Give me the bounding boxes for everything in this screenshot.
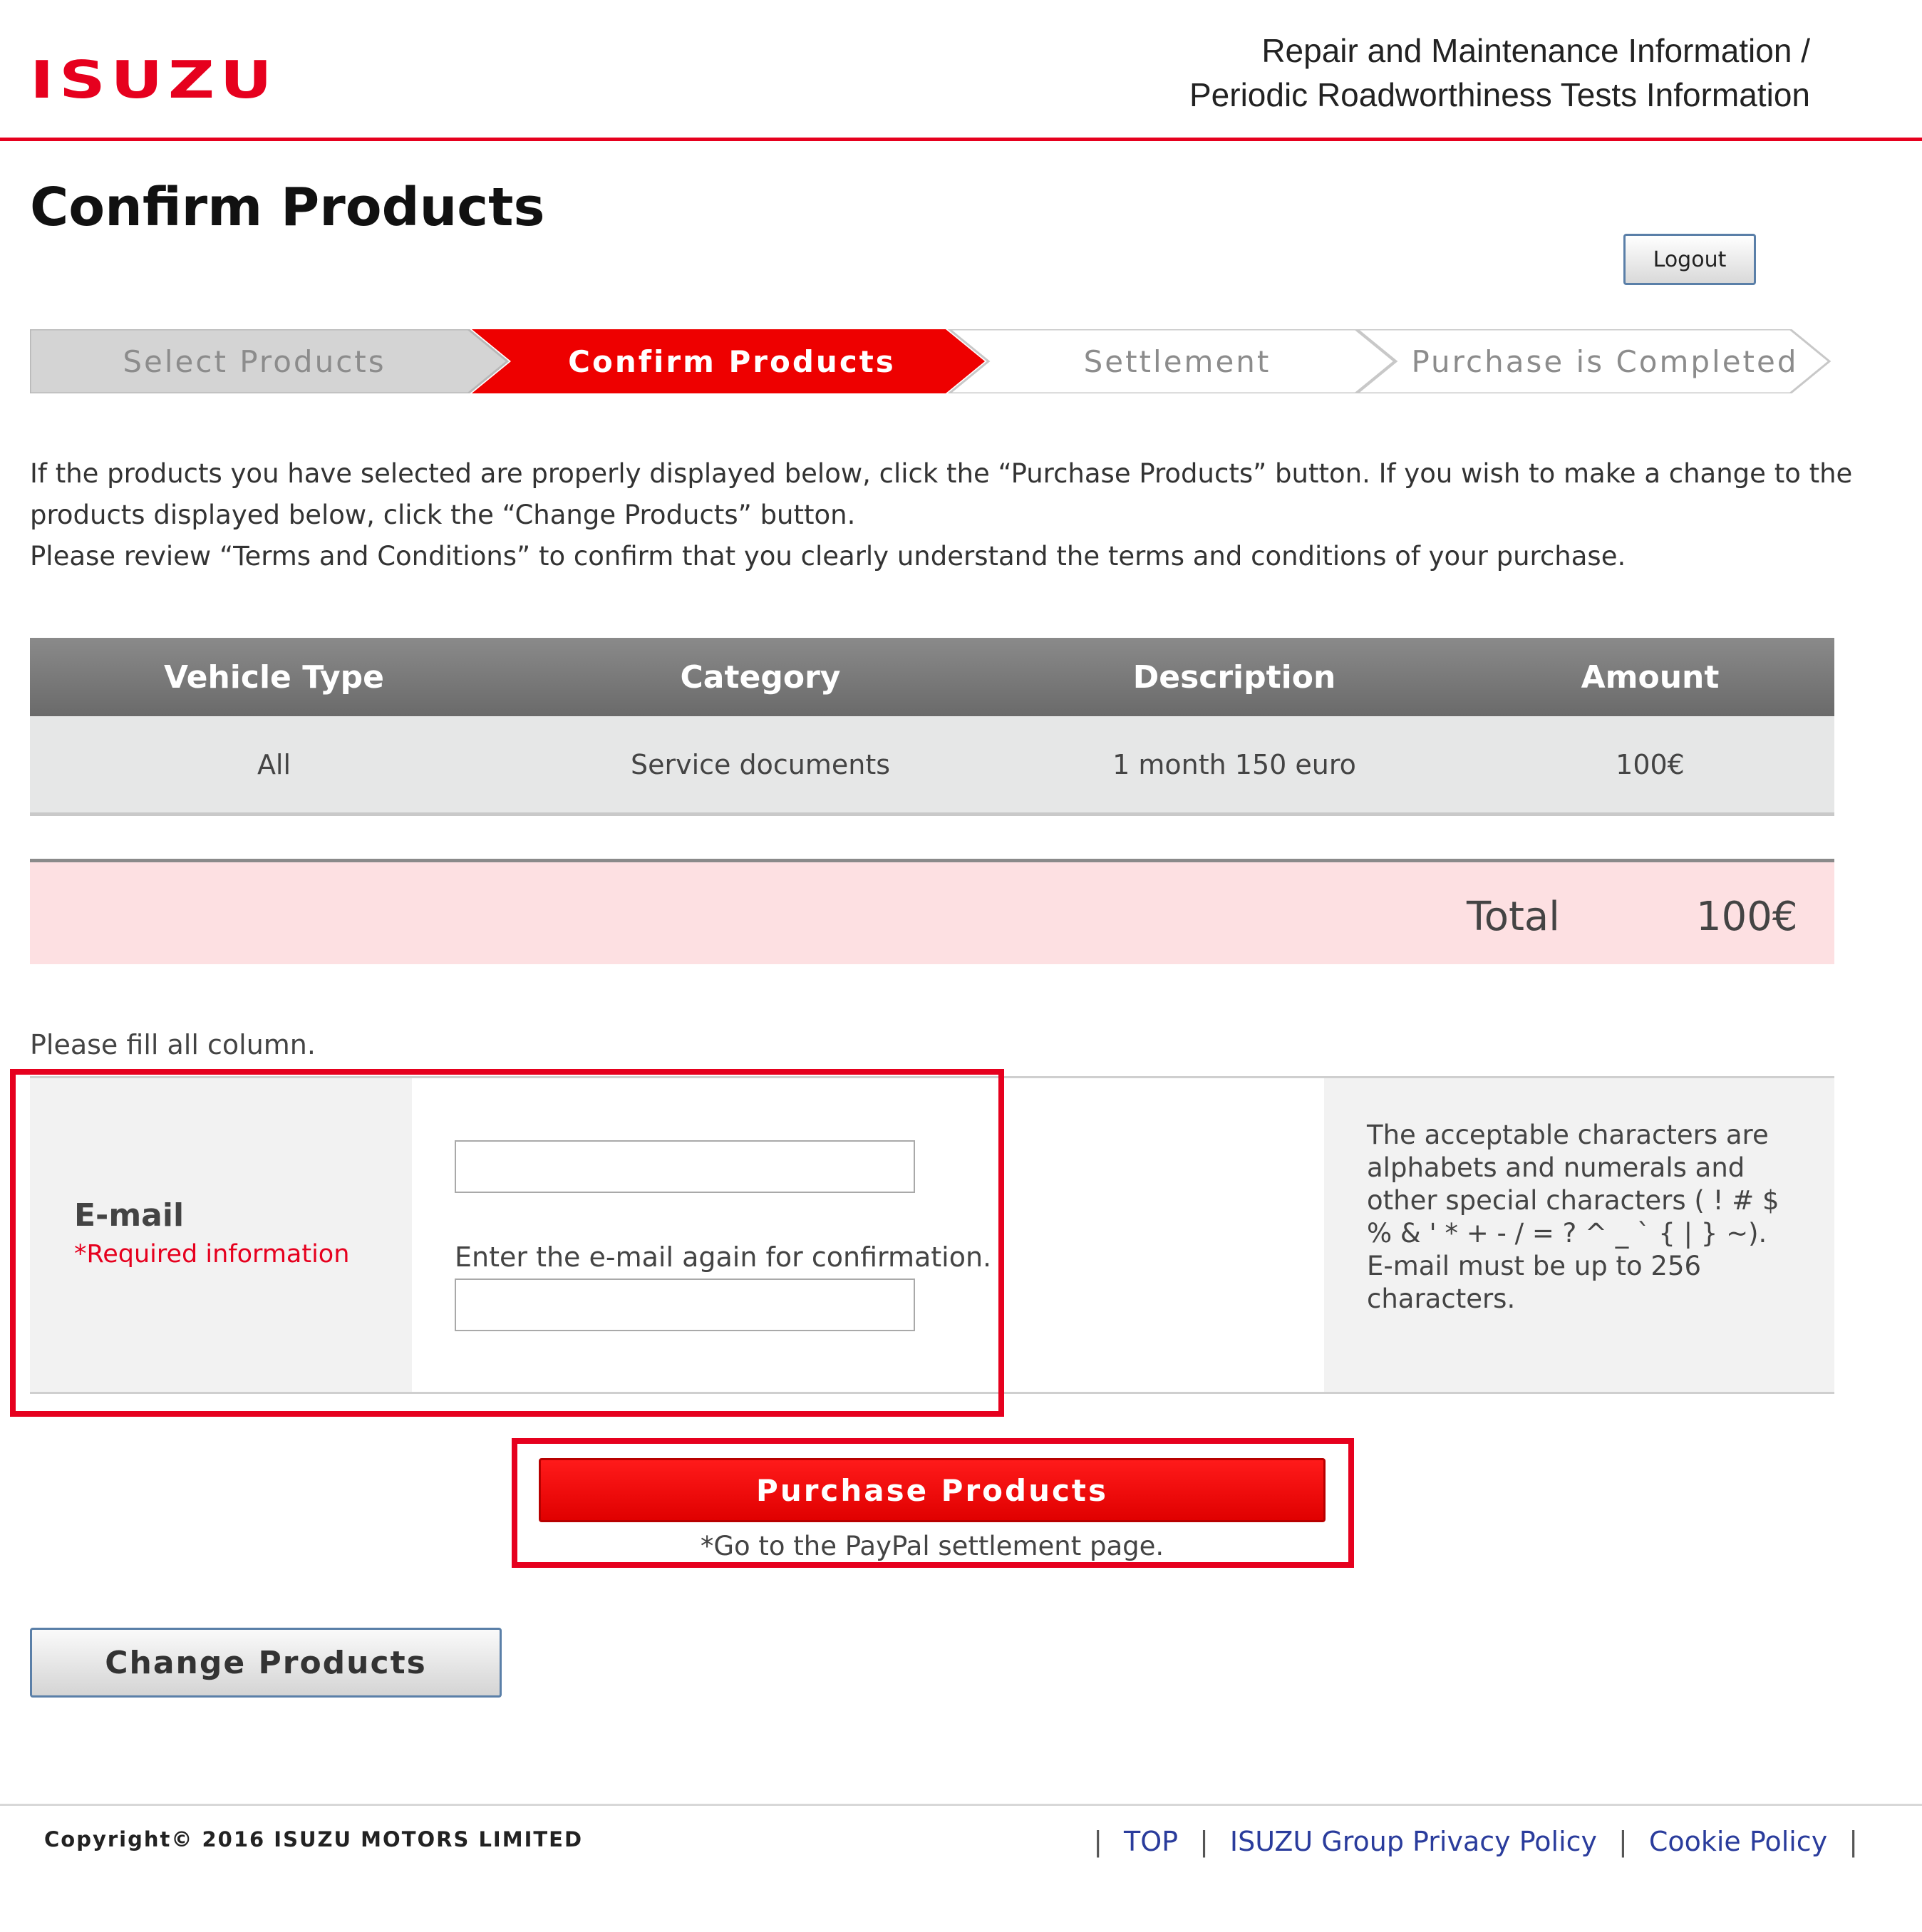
email-help-text: The acceptable characters are alphabets …	[1367, 1119, 1809, 1316]
cell-description: 1 month 150 euro	[1112, 748, 1356, 780]
step-select-products: Select Products	[123, 343, 386, 379]
intro-paragraph-2: Please review “Terms and Conditions” to …	[30, 541, 1626, 572]
email-help-characters: The acceptable characters are alphabets …	[1367, 1120, 1779, 1249]
products-table-header: Vehicle Type Category Description Amount	[30, 638, 1834, 716]
form-note: Please fill all column.	[30, 1029, 316, 1060]
footer-link-cookie-policy[interactable]: Cookie Policy	[1649, 1826, 1827, 1857]
header-amount: Amount	[1581, 658, 1720, 696]
total-bar	[30, 859, 1834, 964]
footer-separator: |	[1618, 1826, 1628, 1857]
copyright: Copyright© 2016 ISUZU MOTORS LIMITED	[44, 1827, 584, 1851]
cell-vehicle-type: All	[257, 748, 291, 780]
site-title-line-1: Repair and Maintenance Information /	[1261, 32, 1810, 69]
step-purchase-completed: Purchase is Completed	[1411, 343, 1799, 379]
isuzu-logo[interactable]: ISUZU	[30, 50, 277, 110]
page-title: Confirm Products	[30, 177, 545, 238]
header-description: Description	[1132, 658, 1336, 696]
footer-separator: |	[1849, 1826, 1858, 1857]
site-title-line-2: Periodic Roadworthiness Tests Informatio…	[1189, 76, 1810, 113]
step-settlement: Settlement	[1083, 343, 1271, 379]
total-value: 100€	[1696, 894, 1798, 940]
step-confirm-products: Confirm Products	[568, 343, 896, 379]
header-divider	[0, 138, 1922, 141]
footer-link-top[interactable]: TOP	[1124, 1826, 1178, 1857]
intro-paragraph-1: If the products you have selected are pr…	[30, 458, 1853, 530]
footer-link-privacy-policy[interactable]: ISUZU Group Privacy Policy	[1230, 1826, 1597, 1857]
paypal-note: *Go to the PayPal settlement page.	[700, 1531, 1164, 1561]
intro-text: If the products you have selected are pr…	[30, 453, 1854, 577]
progress-steps: Select Products Confirm Products Settlem…	[30, 329, 1833, 393]
highlight-email-box	[10, 1069, 1004, 1417]
footer-separator: |	[1199, 1826, 1209, 1857]
site-title: Repair and Maintenance Information / Per…	[1189, 29, 1810, 117]
header-category: Category	[680, 658, 841, 696]
header-vehicle-type: Vehicle Type	[163, 658, 385, 696]
cell-category: Service documents	[630, 748, 891, 780]
footer-divider	[0, 1804, 1922, 1806]
logout-button[interactable]: Logout	[1623, 234, 1756, 285]
email-help-length: E-mail must be up to 256 characters.	[1367, 1251, 1702, 1314]
table-row: All Service documents 1 month 150 euro 1…	[30, 716, 1834, 816]
purchase-products-button[interactable]: Purchase Products	[539, 1458, 1326, 1522]
total-label: Total	[1467, 894, 1560, 940]
cell-amount: 100€	[1616, 748, 1685, 780]
footer-separator: |	[1093, 1826, 1103, 1857]
footer-links: | TOP | ISUZU Group Privacy Policy | Coo…	[1072, 1826, 1879, 1857]
change-products-button[interactable]: Change Products	[30, 1628, 502, 1698]
